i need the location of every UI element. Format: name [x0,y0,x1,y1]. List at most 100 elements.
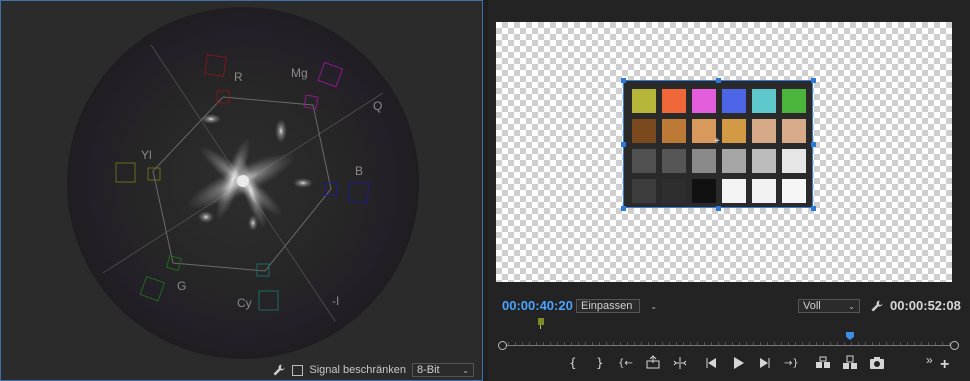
color-swatch [752,89,776,113]
ruler-tick [669,342,670,345]
ruler-tick [809,342,810,345]
label-q: Q [373,99,382,113]
signal-limit-label: Signal beschränken [309,364,406,376]
ruler-start-handle[interactable] [498,341,507,350]
go-to-out-button[interactable]: →} [778,353,805,373]
label-r: R [234,70,243,84]
ruler-tick [515,342,516,345]
ruler-tick [746,342,747,345]
ruler-tick [935,342,936,345]
ruler-tick [900,342,901,345]
ruler-tick [550,342,551,345]
ruler-tick [851,342,852,345]
more-controls-button[interactable]: » [926,353,933,367]
extract-button[interactable] [809,353,836,373]
ruler-tick [662,342,663,345]
step-forward-button[interactable] [751,353,778,373]
button-editor-add-button[interactable]: + [940,357,949,373]
scope-footer: Signal beschränken 8-Bit ⌄ [1,360,482,380]
label-cy: Cy [237,296,252,310]
export-frame-button[interactable] [863,353,890,373]
monitor-controls-row: 00:00:40:20 Einpassen ⌄ Voll ⌄ 00:00:52:… [488,298,970,316]
ruler-tick [536,342,537,345]
ruler-tick [872,342,873,345]
ruler-tick [844,342,845,345]
bit-depth-value: 8-Bit [417,364,440,376]
program-canvas[interactable]: + [496,22,952,282]
color-swatch [632,89,656,113]
ruler-tick [823,342,824,345]
transform-handle[interactable] [716,206,721,211]
transform-handle[interactable] [811,78,816,83]
ruler-tick [753,342,754,345]
label-g: G [177,279,186,293]
go-to-out-icon: →} [784,358,799,369]
playhead[interactable] [846,332,854,340]
anchor-point-icon[interactable]: + [714,137,720,147]
mark-in-button[interactable]: { [558,353,585,373]
ruler-tick [585,342,586,345]
lift-icon [646,355,659,369]
in-point-marker[interactable] [538,318,544,325]
mark-out-icon: } [596,356,604,370]
insert-icon [673,357,686,369]
transform-handle[interactable] [811,206,816,211]
ruler-tick [767,342,768,345]
svg-text:}: } [596,356,604,370]
ruler-tick [732,342,733,345]
play-icon [733,357,744,369]
playback-quality-select[interactable]: Voll ⌄ [798,299,860,313]
signal-limit-checkbox[interactable] [292,364,304,376]
color-swatch [722,89,746,113]
ruler-tick [697,342,698,345]
color-checker-clip[interactable]: + [621,78,816,211]
color-swatch [782,149,806,173]
vectorscope-graph: R Mg Q Yl B G Cy -I [67,7,419,359]
ruler-tick [879,342,880,345]
color-swatch [722,119,746,143]
monitor-settings-wrench-icon[interactable] [870,299,884,313]
transform-handle[interactable] [621,78,626,83]
color-swatch [632,119,656,143]
ruler-tick [781,342,782,345]
ruler-tick [592,342,593,345]
step-forward-icon [759,358,769,368]
color-swatch [782,119,806,143]
time-ruler-line [502,345,956,346]
duration-timecode: 00:00:52:08 [890,298,961,313]
overwrite-icon [842,355,857,369]
settings-wrench-icon[interactable] [272,363,286,377]
ruler-tick [914,342,915,345]
transform-handle[interactable] [621,206,626,211]
transform-handle[interactable] [811,142,816,147]
mini-timeline[interactable] [498,318,960,354]
ruler-tick [928,342,929,345]
lift-button[interactable] [639,353,666,373]
overwrite-button[interactable] [836,353,863,373]
current-timecode[interactable]: 00:00:40:20 [502,298,573,313]
go-to-in-button[interactable]: {← [612,353,639,373]
ruler-tick [627,342,628,345]
zoom-fit-select[interactable]: Einpassen ⌄ [576,299,657,313]
ruler-tick [865,342,866,345]
transform-handle[interactable] [716,78,721,83]
step-back-button[interactable] [697,353,724,373]
color-swatch [662,179,686,203]
ruler-tick [921,342,922,345]
mark-out-button[interactable]: } [585,353,612,373]
ruler-tick [676,342,677,345]
color-swatch [722,179,746,203]
ruler-tick [788,342,789,345]
insert-button[interactable] [666,353,693,373]
color-swatch [722,149,746,173]
ruler-tick [613,342,614,345]
play-button[interactable] [724,353,751,373]
ruler-tick [564,342,565,345]
ruler-tick [711,342,712,345]
label-b: B [355,164,363,178]
ruler-tick [718,342,719,345]
bit-depth-select[interactable]: 8-Bit ⌄ [412,363,474,377]
zoom-fit-value: Einpassen [581,300,633,312]
ruler-end-handle[interactable] [950,341,959,350]
transform-handle[interactable] [621,142,626,147]
